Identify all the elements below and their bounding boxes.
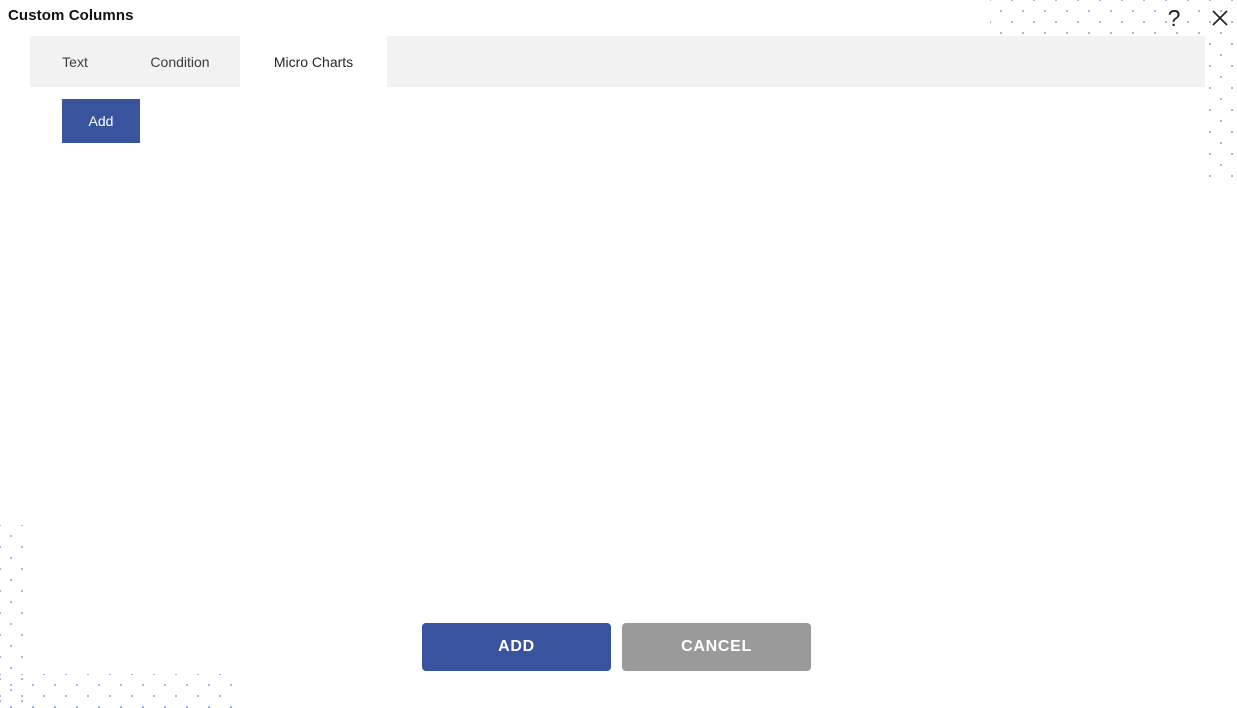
tab-condition-label: Condition — [150, 53, 210, 70]
tab-condition[interactable]: Condition — [120, 36, 240, 87]
add-micro-chart-button[interactable]: Add — [62, 99, 140, 143]
cancel-button[interactable]: CANCEL — [622, 623, 811, 671]
tab-micro-charts-label: Micro Charts — [273, 53, 354, 70]
tab-text-label: Text — [62, 53, 88, 70]
decorative-dot-pattern-left-strip — [0, 525, 29, 708]
help-icon[interactable]: ? — [1159, 3, 1189, 35]
micro-charts-panel — [30, 87, 1205, 607]
close-icon[interactable] — [1205, 3, 1235, 33]
dialog-footer-actions: ADD CANCEL — [422, 623, 811, 671]
page-title: Custom Columns — [8, 7, 134, 24]
tab-text[interactable]: Text — [30, 36, 120, 87]
tab-bar: Text Condition Micro Charts — [30, 36, 1205, 87]
tab-micro-charts[interactable]: Micro Charts — [240, 36, 387, 87]
decorative-dot-pattern-bottom — [0, 674, 236, 708]
add-button[interactable]: ADD — [422, 623, 611, 671]
tab-bar-filler — [387, 36, 1205, 87]
